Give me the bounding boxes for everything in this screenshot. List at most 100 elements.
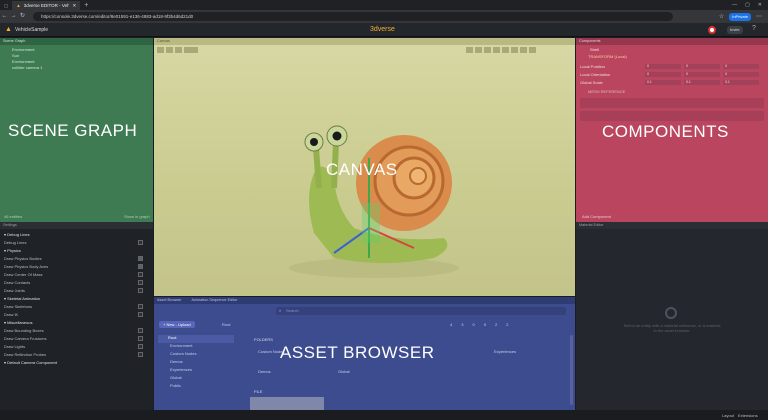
- tab-animation-sequence-editor[interactable]: Animation Sequence Editor: [191, 297, 237, 304]
- new-upload-button[interactable]: + New - Upload: [159, 321, 195, 328]
- add-component-button[interactable]: Add Component: [582, 214, 611, 219]
- settings-row: Draw Joints: [4, 286, 149, 294]
- folder-item[interactable]: Demos: [258, 369, 271, 374]
- settings-row: Draw Physics Bodies: [4, 254, 149, 262]
- invite-button[interactable]: Invite: [727, 26, 743, 34]
- folder-item[interactable]: Global: [338, 369, 350, 374]
- show-in-graph-link[interactable]: Show in graph: [124, 214, 150, 219]
- tree-item[interactable]: Experiences: [158, 367, 234, 375]
- tree-item[interactable]: Environment: [158, 343, 234, 351]
- snail-model[interactable]: [274, 118, 474, 288]
- move-tool-icon[interactable]: [157, 47, 164, 53]
- folders-header: FOLDERS: [254, 337, 273, 342]
- minimize-icon[interactable]: —: [732, 2, 737, 8]
- snap-tool-icon[interactable]: [184, 47, 198, 53]
- count-badge[interactable]: 2: [495, 322, 497, 327]
- help-icon[interactable]: ?: [752, 25, 756, 32]
- close-tab-icon[interactable]: ✕: [72, 3, 76, 9]
- transform-row: Local Orientation 0 0 0: [580, 70, 764, 78]
- section-header[interactable]: TRANSFORM (Local): [580, 54, 764, 62]
- position-y-field[interactable]: 0: [684, 63, 720, 69]
- view-option-icon[interactable]: [520, 47, 527, 53]
- asset-type-counters: 4 3 0 5 2 2: [450, 322, 508, 327]
- position-x-field[interactable]: 0: [645, 63, 681, 69]
- scene-graph-overlay-label: SCENE GRAPH: [8, 121, 138, 140]
- checkbox[interactable]: [138, 351, 143, 357]
- section-header[interactable]: ▾ Physics: [4, 246, 149, 254]
- checkbox[interactable]: [138, 239, 143, 245]
- browser-tab[interactable]: ▲ 3dverse EDITOR - VehicleSample ✕: [12, 1, 81, 10]
- orientation-x-field[interactable]: 0: [645, 71, 681, 77]
- position-z-field[interactable]: 0: [723, 63, 759, 69]
- checkbox[interactable]: [138, 263, 143, 269]
- section-header[interactable]: ▾ Default Camera Component: [4, 358, 149, 366]
- count-badge[interactable]: 5: [484, 322, 486, 327]
- tree-item[interactable]: Demos: [158, 359, 234, 367]
- count-badge[interactable]: 3: [461, 322, 463, 327]
- browser-menu-icon[interactable]: ▢: [0, 1, 12, 10]
- section-header[interactable]: ▾ Skeletal Animation: [4, 294, 149, 302]
- settings-row: Draw Contacts: [4, 278, 149, 286]
- project-name[interactable]: VehicleSample: [15, 27, 48, 33]
- entity-name[interactable]: Shell: [580, 47, 764, 54]
- scrollbar[interactable]: [570, 335, 573, 405]
- scale-x-field[interactable]: 0.1: [645, 79, 681, 85]
- checkbox[interactable]: [138, 335, 143, 341]
- checkbox[interactable]: [138, 287, 143, 293]
- material-reference-field[interactable]: [580, 111, 764, 121]
- section-header[interactable]: ▾ Miscellaneous: [4, 318, 149, 326]
- url-field[interactable]: https://console.3dverse.com/editor/8e015…: [33, 12, 673, 21]
- profile-badge[interactable]: InPrivate: [729, 12, 751, 21]
- scale-y-field[interactable]: 0.1: [684, 79, 720, 85]
- view-option-icon[interactable]: [466, 47, 473, 53]
- avatar[interactable]: [708, 26, 716, 34]
- checkbox[interactable]: [138, 327, 143, 333]
- orientation-z-field[interactable]: 0: [723, 71, 759, 77]
- checkbox[interactable]: [138, 303, 143, 309]
- count-badge[interactable]: 2: [506, 322, 508, 327]
- maximize-icon[interactable]: ▢: [745, 2, 750, 8]
- layout-button[interactable]: Layout: [722, 413, 734, 418]
- tree-item[interactable]: Custom Nodes: [158, 351, 234, 359]
- section-header[interactable]: ▾ Debug Lines: [4, 230, 149, 238]
- back-icon[interactable]: ←: [0, 12, 9, 21]
- breadcrumb[interactable]: Root: [222, 322, 230, 327]
- close-window-icon[interactable]: ✕: [758, 2, 762, 8]
- scale-z-field[interactable]: 0.1: [723, 79, 759, 85]
- file-thumbnail[interactable]: [250, 397, 324, 410]
- view-option-icon[interactable]: [511, 47, 518, 53]
- rotate-tool-icon[interactable]: [166, 47, 173, 53]
- bookmark-icon[interactable]: ☆: [719, 13, 724, 20]
- scale-tool-icon[interactable]: [175, 47, 182, 53]
- search-input[interactable]: ⌕ Search: [276, 307, 566, 315]
- new-tab-button[interactable]: +: [80, 1, 92, 10]
- checkbox[interactable]: [138, 279, 143, 285]
- checkbox[interactable]: [138, 343, 143, 349]
- forward-icon[interactable]: →: [9, 12, 18, 21]
- scene-graph-title: Scene Graph: [0, 38, 153, 45]
- view-option-icon[interactable]: [502, 47, 509, 53]
- fullscreen-icon[interactable]: [529, 47, 536, 53]
- settings-row: Draw Physics Body Axes: [4, 262, 149, 270]
- count-badge[interactable]: 4: [450, 322, 452, 327]
- canvas-viewport[interactable]: Canvas CANVAS: [154, 38, 575, 296]
- count-badge[interactable]: 0: [472, 322, 474, 327]
- view-option-icon[interactable]: [484, 47, 491, 53]
- view-option-icon[interactable]: [475, 47, 482, 53]
- extensions-button[interactable]: Extensions: [738, 413, 758, 418]
- checkbox[interactable]: [138, 271, 143, 277]
- tree-item-root[interactable]: Root: [158, 335, 234, 343]
- orientation-y-field[interactable]: 0: [684, 71, 720, 77]
- tree-item[interactable]: Public: [158, 383, 234, 391]
- mesh-reference-field[interactable]: [580, 98, 764, 108]
- tree-item[interactable]: Global: [158, 375, 234, 383]
- reload-icon[interactable]: ↻: [18, 12, 27, 21]
- checkbox[interactable]: [138, 311, 143, 317]
- menu-dots-icon[interactable]: ⋯: [756, 13, 762, 20]
- tab-asset-browser[interactable]: Asset Browser: [157, 297, 181, 304]
- section-header[interactable]: MESH REFERENCE: [580, 89, 764, 97]
- view-option-icon[interactable]: [493, 47, 500, 53]
- folder-item[interactable]: Experiences: [494, 349, 516, 354]
- scene-graph-item[interactable]: collider camera 1: [4, 65, 149, 71]
- checkbox[interactable]: [138, 255, 143, 261]
